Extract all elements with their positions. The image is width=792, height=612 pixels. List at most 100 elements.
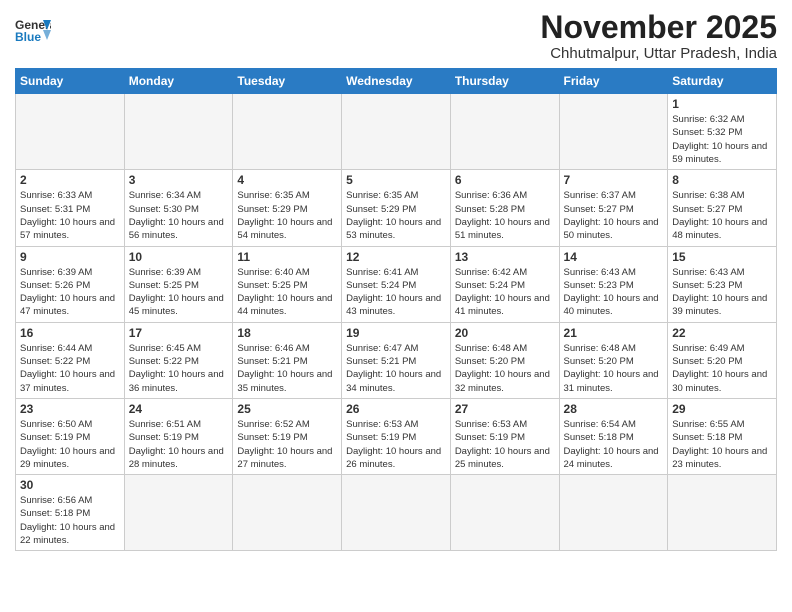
day-info: Sunrise: 6:53 AM Sunset: 5:19 PM Dayligh… bbox=[455, 418, 555, 471]
empty-cell bbox=[233, 94, 342, 170]
day-number: 12 bbox=[346, 250, 446, 264]
day-number: 26 bbox=[346, 402, 446, 416]
day-number: 8 bbox=[672, 173, 772, 187]
calendar-week-row: 9 Sunrise: 6:39 AM Sunset: 5:26 PM Dayli… bbox=[16, 246, 777, 322]
day-info: Sunrise: 6:32 AM Sunset: 5:32 PM Dayligh… bbox=[672, 113, 772, 166]
header-sunday: Sunday bbox=[16, 69, 125, 94]
day-info: Sunrise: 6:39 AM Sunset: 5:26 PM Dayligh… bbox=[20, 266, 120, 319]
day-number: 22 bbox=[672, 326, 772, 340]
header-friday: Friday bbox=[559, 69, 668, 94]
day-number: 3 bbox=[129, 173, 229, 187]
calendar-day-cell: 11 Sunrise: 6:40 AM Sunset: 5:25 PM Dayl… bbox=[233, 246, 342, 322]
day-info: Sunrise: 6:39 AM Sunset: 5:25 PM Dayligh… bbox=[129, 266, 229, 319]
calendar-day-cell: 23 Sunrise: 6:50 AM Sunset: 5:19 PM Dayl… bbox=[16, 398, 125, 474]
day-number: 14 bbox=[564, 250, 664, 264]
day-info: Sunrise: 6:44 AM Sunset: 5:22 PM Dayligh… bbox=[20, 342, 120, 395]
day-info: Sunrise: 6:50 AM Sunset: 5:19 PM Dayligh… bbox=[20, 418, 120, 471]
day-info: Sunrise: 6:47 AM Sunset: 5:21 PM Dayligh… bbox=[346, 342, 446, 395]
calendar-day-cell: 8 Sunrise: 6:38 AM Sunset: 5:27 PM Dayli… bbox=[668, 170, 777, 246]
calendar-day-cell: 24 Sunrise: 6:51 AM Sunset: 5:19 PM Dayl… bbox=[124, 398, 233, 474]
day-info: Sunrise: 6:40 AM Sunset: 5:25 PM Dayligh… bbox=[237, 266, 337, 319]
calendar-day-cell: 3 Sunrise: 6:34 AM Sunset: 5:30 PM Dayli… bbox=[124, 170, 233, 246]
day-info: Sunrise: 6:49 AM Sunset: 5:20 PM Dayligh… bbox=[672, 342, 772, 395]
day-info: Sunrise: 6:52 AM Sunset: 5:19 PM Dayligh… bbox=[237, 418, 337, 471]
day-number: 17 bbox=[129, 326, 229, 340]
day-number: 21 bbox=[564, 326, 664, 340]
day-info: Sunrise: 6:55 AM Sunset: 5:18 PM Dayligh… bbox=[672, 418, 772, 471]
calendar-day-cell: 5 Sunrise: 6:35 AM Sunset: 5:29 PM Dayli… bbox=[342, 170, 451, 246]
day-info: Sunrise: 6:45 AM Sunset: 5:22 PM Dayligh… bbox=[129, 342, 229, 395]
day-info: Sunrise: 6:34 AM Sunset: 5:30 PM Dayligh… bbox=[129, 189, 229, 242]
calendar-day-cell: 19 Sunrise: 6:47 AM Sunset: 5:21 PM Dayl… bbox=[342, 322, 451, 398]
calendar-day-cell: 15 Sunrise: 6:43 AM Sunset: 5:23 PM Dayl… bbox=[668, 246, 777, 322]
day-number: 18 bbox=[237, 326, 337, 340]
calendar-day-cell: 20 Sunrise: 6:48 AM Sunset: 5:20 PM Dayl… bbox=[450, 322, 559, 398]
calendar-day-cell: 22 Sunrise: 6:49 AM Sunset: 5:20 PM Dayl… bbox=[668, 322, 777, 398]
calendar-day-cell: 30 Sunrise: 6:56 AM Sunset: 5:18 PM Dayl… bbox=[16, 475, 125, 551]
calendar-day-cell: 29 Sunrise: 6:55 AM Sunset: 5:18 PM Dayl… bbox=[668, 398, 777, 474]
calendar-day-cell: 25 Sunrise: 6:52 AM Sunset: 5:19 PM Dayl… bbox=[233, 398, 342, 474]
calendar-week-row: 1 Sunrise: 6:32 AM Sunset: 5:32 PM Dayli… bbox=[16, 94, 777, 170]
day-info: Sunrise: 6:41 AM Sunset: 5:24 PM Dayligh… bbox=[346, 266, 446, 319]
calendar-day-cell: 27 Sunrise: 6:53 AM Sunset: 5:19 PM Dayl… bbox=[450, 398, 559, 474]
header-tuesday: Tuesday bbox=[233, 69, 342, 94]
day-number: 29 bbox=[672, 402, 772, 416]
day-info: Sunrise: 6:43 AM Sunset: 5:23 PM Dayligh… bbox=[564, 266, 664, 319]
empty-cell bbox=[559, 94, 668, 170]
calendar-day-cell: 1 Sunrise: 6:32 AM Sunset: 5:32 PM Dayli… bbox=[668, 94, 777, 170]
day-info: Sunrise: 6:48 AM Sunset: 5:20 PM Dayligh… bbox=[455, 342, 555, 395]
empty-cell bbox=[233, 475, 342, 551]
day-number: 6 bbox=[455, 173, 555, 187]
day-number: 5 bbox=[346, 173, 446, 187]
calendar-week-row: 30 Sunrise: 6:56 AM Sunset: 5:18 PM Dayl… bbox=[16, 475, 777, 551]
day-info: Sunrise: 6:51 AM Sunset: 5:19 PM Dayligh… bbox=[129, 418, 229, 471]
calendar-table: Sunday Monday Tuesday Wednesday Thursday… bbox=[15, 68, 777, 551]
calendar-day-cell: 17 Sunrise: 6:45 AM Sunset: 5:22 PM Dayl… bbox=[124, 322, 233, 398]
calendar-day-cell: 2 Sunrise: 6:33 AM Sunset: 5:31 PM Dayli… bbox=[16, 170, 125, 246]
empty-cell bbox=[124, 94, 233, 170]
day-number: 15 bbox=[672, 250, 772, 264]
empty-cell bbox=[16, 94, 125, 170]
day-info: Sunrise: 6:35 AM Sunset: 5:29 PM Dayligh… bbox=[346, 189, 446, 242]
calendar-day-cell: 9 Sunrise: 6:39 AM Sunset: 5:26 PM Dayli… bbox=[16, 246, 125, 322]
calendar-day-cell: 16 Sunrise: 6:44 AM Sunset: 5:22 PM Dayl… bbox=[16, 322, 125, 398]
day-number: 27 bbox=[455, 402, 555, 416]
svg-text:Blue: Blue bbox=[15, 30, 41, 44]
header-monday: Monday bbox=[124, 69, 233, 94]
calendar-day-cell: 14 Sunrise: 6:43 AM Sunset: 5:23 PM Dayl… bbox=[559, 246, 668, 322]
day-number: 20 bbox=[455, 326, 555, 340]
day-number: 2 bbox=[20, 173, 120, 187]
header-thursday: Thursday bbox=[450, 69, 559, 94]
day-info: Sunrise: 6:42 AM Sunset: 5:24 PM Dayligh… bbox=[455, 266, 555, 319]
day-number: 9 bbox=[20, 250, 120, 264]
title-area: November 2025 Chhutmalpur, Uttar Pradesh… bbox=[540, 10, 777, 62]
day-info: Sunrise: 6:38 AM Sunset: 5:27 PM Dayligh… bbox=[672, 189, 772, 242]
day-info: Sunrise: 6:54 AM Sunset: 5:18 PM Dayligh… bbox=[564, 418, 664, 471]
empty-cell bbox=[450, 94, 559, 170]
calendar-day-cell: 4 Sunrise: 6:35 AM Sunset: 5:29 PM Dayli… bbox=[233, 170, 342, 246]
day-number: 11 bbox=[237, 250, 337, 264]
day-info: Sunrise: 6:56 AM Sunset: 5:18 PM Dayligh… bbox=[20, 494, 120, 547]
day-number: 7 bbox=[564, 173, 664, 187]
day-number: 16 bbox=[20, 326, 120, 340]
day-number: 13 bbox=[455, 250, 555, 264]
day-info: Sunrise: 6:35 AM Sunset: 5:29 PM Dayligh… bbox=[237, 189, 337, 242]
calendar-day-cell: 26 Sunrise: 6:53 AM Sunset: 5:19 PM Dayl… bbox=[342, 398, 451, 474]
empty-cell bbox=[450, 475, 559, 551]
calendar-week-row: 2 Sunrise: 6:33 AM Sunset: 5:31 PM Dayli… bbox=[16, 170, 777, 246]
calendar-day-cell: 7 Sunrise: 6:37 AM Sunset: 5:27 PM Dayli… bbox=[559, 170, 668, 246]
calendar-day-cell: 28 Sunrise: 6:54 AM Sunset: 5:18 PM Dayl… bbox=[559, 398, 668, 474]
calendar-day-cell: 12 Sunrise: 6:41 AM Sunset: 5:24 PM Dayl… bbox=[342, 246, 451, 322]
day-number: 25 bbox=[237, 402, 337, 416]
calendar-week-row: 23 Sunrise: 6:50 AM Sunset: 5:19 PM Dayl… bbox=[16, 398, 777, 474]
logo: General Blue bbox=[15, 16, 51, 44]
day-info: Sunrise: 6:53 AM Sunset: 5:19 PM Dayligh… bbox=[346, 418, 446, 471]
empty-cell bbox=[342, 475, 451, 551]
day-info: Sunrise: 6:36 AM Sunset: 5:28 PM Dayligh… bbox=[455, 189, 555, 242]
header-wednesday: Wednesday bbox=[342, 69, 451, 94]
header-saturday: Saturday bbox=[668, 69, 777, 94]
day-info: Sunrise: 6:37 AM Sunset: 5:27 PM Dayligh… bbox=[564, 189, 664, 242]
logo-icon: General Blue bbox=[15, 16, 51, 44]
location-title: Chhutmalpur, Uttar Pradesh, India bbox=[540, 45, 777, 62]
day-number: 19 bbox=[346, 326, 446, 340]
